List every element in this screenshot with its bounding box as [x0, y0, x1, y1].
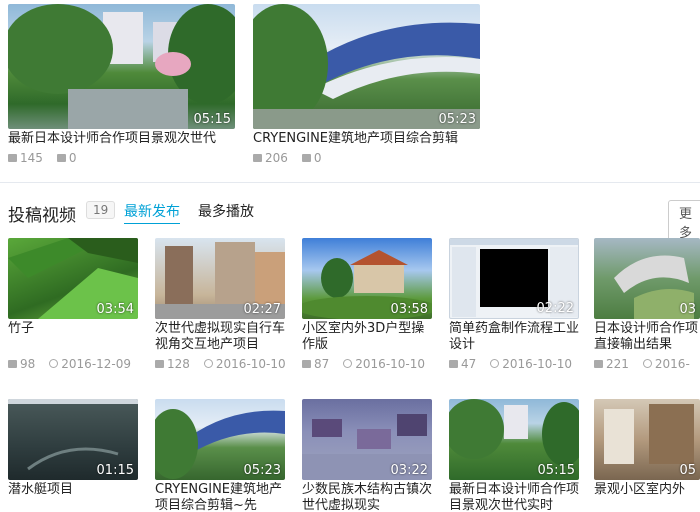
video-title[interactable]: 最新日本设计师合作项目景观次世代实时	[449, 482, 584, 512]
video-thumb[interactable]: 03:22	[302, 399, 432, 480]
video-stats: 98 2016-12-09	[8, 357, 131, 371]
video-count-badge: 19	[86, 201, 116, 219]
video-thumb[interactable]: 05:23	[155, 399, 285, 480]
duration-label: 02:22	[536, 301, 574, 316]
duration-label: 03:58	[390, 302, 428, 317]
play-count-icon	[8, 153, 17, 162]
duration-label: 03:54	[96, 302, 134, 317]
video-stats: 145 0	[8, 151, 77, 165]
play-count-icon	[302, 359, 311, 368]
tab-most-played[interactable]: 最多播放	[198, 201, 254, 221]
video-title[interactable]: 简单药盒制作流程工业设计	[449, 321, 584, 353]
section-title: 投稿视频	[8, 206, 76, 226]
play-count-icon	[594, 359, 603, 368]
clock-icon	[49, 359, 59, 368]
video-thumb[interactable]: 01:15	[8, 399, 138, 480]
duration-label: 03:22	[390, 463, 428, 478]
play-count-icon	[155, 359, 164, 368]
duration-label: 05:23	[243, 463, 281, 478]
play-count-icon	[253, 153, 262, 162]
duration-label: 05:23	[438, 112, 476, 127]
video-thumb[interactable]: 05	[594, 399, 700, 480]
comment-icon	[301, 153, 311, 162]
video-title[interactable]: 最新日本设计师合作项目景观次世代	[8, 131, 243, 147]
video-thumb-top-1[interactable]: 05:15	[8, 4, 235, 129]
video-thumb[interactable]: 03	[594, 238, 700, 319]
duration-label: 02:27	[243, 302, 281, 317]
clock-icon	[490, 359, 500, 368]
clock-icon	[642, 359, 652, 368]
video-title[interactable]: 竹子	[8, 321, 143, 353]
video-stats: 87 2016-10-10	[302, 357, 425, 371]
divider	[0, 182, 700, 183]
video-thumb-top-2[interactable]: 05:23	[253, 4, 480, 129]
video-title[interactable]: 潜水艇项目	[8, 482, 143, 512]
video-title[interactable]: 小区室内外3D户型操作版	[302, 321, 437, 353]
play-count-icon	[8, 359, 17, 368]
duration-label: 05:15	[193, 112, 231, 127]
video-stats: 221 2016-	[594, 357, 690, 371]
video-thumb[interactable]: 03:58	[302, 238, 432, 319]
clock-icon	[343, 359, 353, 368]
duration-label: 03	[679, 302, 696, 317]
video-thumb[interactable]: 02:22	[449, 238, 579, 319]
video-title[interactable]: 日本设计师合作项直接输出结果	[594, 321, 700, 353]
video-thumb[interactable]: 05:15	[449, 399, 579, 480]
video-title[interactable]: 少数民族木结构古镇次世代虚拟现实	[302, 482, 437, 512]
comment-icon	[56, 153, 66, 162]
video-title[interactable]: 景观小区室内外	[594, 482, 700, 512]
clock-icon	[203, 359, 213, 368]
video-stats: 128 2016-10-10	[155, 357, 286, 371]
duration-label: 05	[679, 463, 696, 478]
play-count-icon	[449, 359, 458, 368]
video-stats: 206 0	[253, 151, 322, 165]
video-title[interactable]: CRYENGINE建筑地产项目综合剪辑~先	[155, 482, 290, 512]
tab-latest[interactable]: 最新发布	[124, 201, 180, 224]
duration-label: 01:15	[96, 463, 134, 478]
video-title[interactable]: 次世代虚拟现实自行车视角交互地产项目	[155, 321, 290, 353]
video-title[interactable]: CRYENGINE建筑地产项目综合剪辑	[253, 131, 488, 147]
video-stats: 47 2016-10-10	[449, 357, 572, 371]
video-thumb[interactable]: 02:27	[155, 238, 285, 319]
duration-label: 05:15	[537, 463, 575, 478]
video-thumb[interactable]: 03:54	[8, 238, 138, 319]
